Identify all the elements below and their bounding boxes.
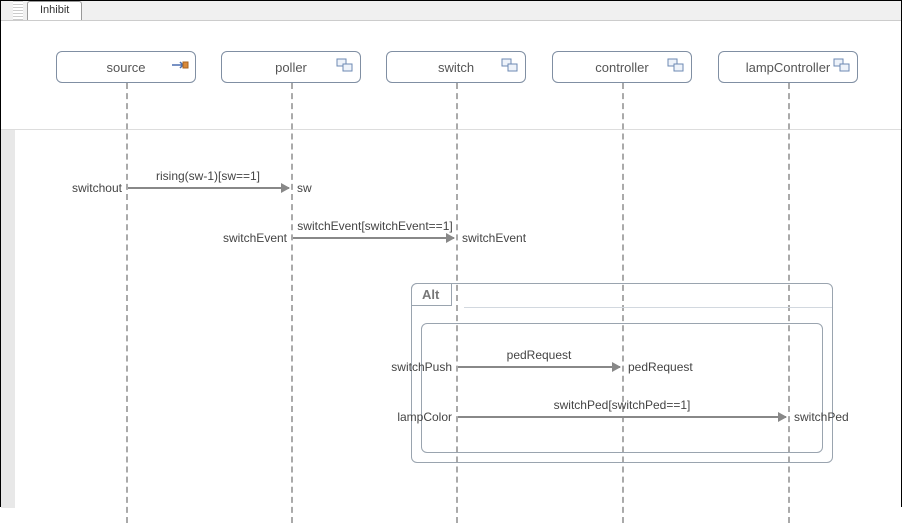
message-arrow[interactable] [293, 237, 454, 239]
message-label: pedRequest [507, 348, 572, 362]
content-separator [1, 129, 901, 130]
lifeline-source [126, 83, 128, 523]
interaction-operand[interactable] [421, 323, 823, 453]
fragment-header-separator [464, 284, 832, 308]
message-source-label: switchEvent [211, 231, 287, 245]
lifeline-head-controller[interactable]: controller [552, 51, 692, 83]
message-source-label: switchPush [383, 360, 452, 374]
tab-inhibit[interactable]: Inhibit [27, 1, 82, 20]
message-target-label: pedRequest [628, 360, 693, 374]
message-label: switchEvent[switchEvent==1] [297, 219, 452, 233]
lifeline-head-source[interactable]: source [56, 51, 196, 83]
diagram-canvas[interactable]: source poller switch controller lampCont… [1, 21, 901, 508]
composite-icon [667, 58, 685, 72]
message-label: rising(sw-1)[sw==1] [156, 169, 260, 183]
fragment-operator: Alt [411, 283, 452, 306]
lifeline-head-switch[interactable]: switch [386, 51, 526, 83]
message-arrow[interactable] [458, 416, 786, 418]
message-source-label: lampColor [389, 410, 452, 424]
tab-bar: Inhibit [1, 1, 901, 21]
composite-icon [501, 58, 519, 72]
composite-icon [336, 58, 354, 72]
composite-icon [833, 58, 851, 72]
lifeline-label: controller [595, 60, 648, 75]
lifeline-label: switch [438, 60, 474, 75]
message-target-label: sw [297, 181, 312, 195]
lifeline-head-poller[interactable]: poller [221, 51, 361, 83]
message-arrow[interactable] [128, 187, 289, 189]
tab-drag-handle[interactable] [13, 1, 23, 20]
lifeline-label: lampController [746, 60, 831, 75]
message-target-label: switchPed [794, 410, 849, 424]
message-target-label: switchEvent [462, 231, 526, 245]
message-arrow[interactable] [458, 366, 620, 368]
message-label: switchPed[switchPed==1] [554, 398, 691, 412]
lifeline-head-lampcontroller[interactable]: lampController [718, 51, 858, 83]
lifeline-poller [291, 83, 293, 523]
lifeline-label: poller [275, 60, 307, 75]
left-gutter [1, 129, 15, 508]
root-input-icon [171, 58, 189, 72]
lifeline-label: source [106, 60, 145, 75]
message-source-label: switchout [59, 181, 122, 195]
